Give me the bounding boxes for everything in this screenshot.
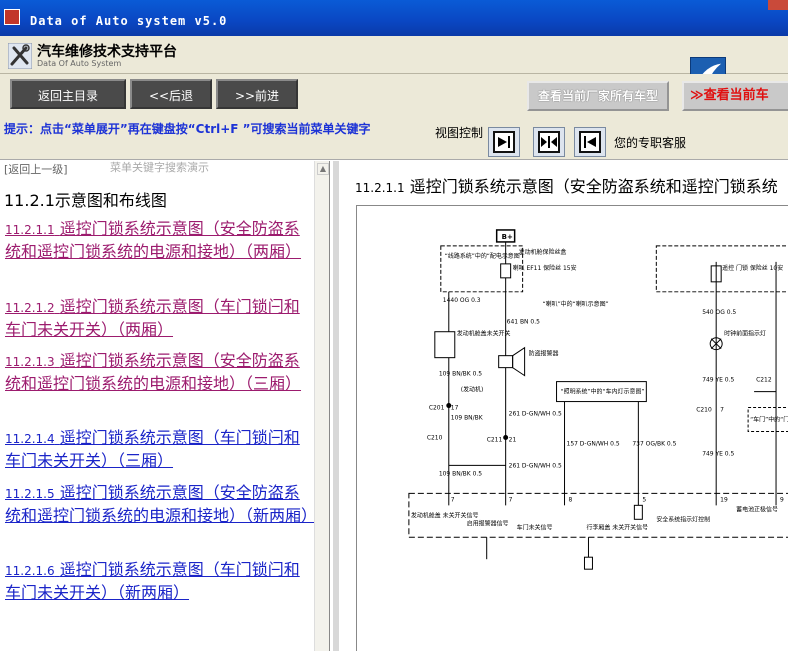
c201-label: C201	[429, 405, 445, 412]
vertical-scrollbar[interactable]: ▲	[314, 161, 329, 651]
door-ref-label: “车门”中的“门锁指示器示意图”	[750, 416, 788, 424]
pin-7c-label: 7	[720, 407, 724, 414]
figure-number: 11.2.1.1	[355, 181, 405, 195]
entry-number: 11.2.1.5	[5, 487, 55, 501]
fuse-label: 喇叭 EF11 保险丝 15安	[513, 264, 577, 272]
trunk-switch-label: 行李厢盖 未关开关信号	[586, 523, 648, 531]
app-title: 汽车维修技术支持平台	[37, 44, 177, 60]
tool-strip: 提示：点击“菜单展开”再在键盘按“Ctrl+F ”可搜索当前菜单关键字 视图控制…	[0, 120, 788, 160]
pin-9-label: 9	[780, 496, 784, 503]
pin-8-label: 8	[569, 496, 573, 503]
c210-right-label: C210	[696, 407, 712, 414]
wire-261a-label: 261 D-GN/WH 0.5	[509, 411, 562, 418]
back-up-link[interactable]: [返回上一级]	[4, 161, 68, 177]
wire-109a-label: 109 BN/BK 0.5	[439, 371, 482, 378]
alarm-label: 防盗报警器	[529, 350, 559, 358]
scroll-up-icon[interactable]: ▲	[317, 163, 329, 175]
pin-7-label: 7	[451, 496, 455, 503]
menu-entry[interactable]: 11.2.1.4 遥控门锁系统示意图（车门锁闩和车门未关开关）（三厢）	[5, 427, 315, 472]
section-title: 11.2.1示意图和布线图	[4, 191, 167, 210]
app-window-icon	[4, 9, 20, 25]
search-hint: 提示：点击“菜单展开”再在键盘按“Ctrl+F ”可搜索当前菜单关键字	[4, 122, 371, 136]
wire-540-label: 540 OG 0.5	[702, 309, 736, 316]
entry-number: 11.2.1.6	[5, 564, 55, 578]
view-split-button[interactable]	[533, 127, 565, 157]
pin-21-label: 21	[509, 436, 517, 443]
b-plus-label: B+	[502, 233, 513, 241]
ghost-demo-text: 菜单关键字搜索演示	[110, 161, 209, 174]
c212-label: C212	[756, 377, 772, 384]
menu-entry[interactable]: 11.2.1.3 遥控门锁系统示意图（安全防盗系统和遥控门锁系统的电源和接地）（…	[5, 350, 315, 395]
menu-pane: [返回上一级] 菜单关键字搜索演示 11.2.1示意图和布线图 11.2.1.1…	[0, 161, 330, 651]
figure-title-text: 遥控门锁系统示意图（安全防盗系统和遥控门锁系统	[409, 177, 778, 196]
menu-entry[interactable]: 11.2.1.1 遥控门锁系统示意图（安全防盗系统和遥控门锁系统的电源和接地）（…	[5, 218, 315, 263]
navigation-bar: 返回主目录 <<后退 >>前进 查看当前厂家所有车型 ≫查看当前车	[0, 74, 788, 120]
c211-label: C211	[487, 436, 503, 443]
module-hood-label: 发动机舱盖 未关开关信号	[411, 511, 479, 519]
all-models-button[interactable]: 查看当前厂家所有车型	[527, 81, 669, 111]
relay-drive-label: 启用报警器信号	[467, 519, 509, 527]
hatch-label: (发动机)	[461, 386, 484, 394]
security-led-label: 安全系统指示灯控制	[656, 515, 710, 523]
wrench-tools-icon	[8, 43, 32, 69]
door-open-label: 车门未关信号	[517, 523, 553, 531]
wire-109c-label: 109 BN/BK 0.5	[439, 470, 482, 477]
wire-261b-label: 261 D-GN/WH 0.5	[509, 462, 562, 469]
wire-109b-label: 109 BN/BK	[451, 415, 484, 422]
pin-17-label: 17	[451, 405, 459, 412]
window-titlebar: Data of Auto system v5.0	[0, 0, 788, 36]
content-pane: 11.2.1.1 遥控门锁系统示意图（安全防盗系统和遥控门锁系统 B+ 发动机舱…	[333, 161, 788, 651]
power-dist-ref: “线路系统”中的“配电示意图”	[445, 252, 523, 260]
figure-title: 11.2.1.1 遥控门锁系统示意图（安全防盗系统和遥控门锁系统	[355, 173, 778, 197]
back-button[interactable]: <<后退	[130, 79, 212, 109]
pin-5-label: 5	[642, 496, 646, 503]
menu-entry[interactable]: 11.2.1.2 遥控门锁系统示意图（车门锁闩和车门未关开关）（两厢）	[5, 296, 315, 341]
view-control-label: 视图控制	[435, 126, 484, 140]
home-button[interactable]: 返回主目录	[10, 79, 126, 109]
c210-label: C210	[427, 434, 443, 441]
entry-number: 11.2.1.3	[5, 355, 55, 369]
fuse-box-label: 发动机舱保险丝盒	[519, 248, 567, 256]
wire-749a-label: 749 YE 0.5	[702, 377, 734, 384]
battery-label: 蓄电池正极信号	[736, 505, 778, 513]
horn-ref-label: “喇叭”中的“喇叭示意图”	[543, 300, 609, 308]
pin-19-label: 19	[720, 496, 728, 503]
app-header: 汽车维修技术支持平台 Data Of Auto System	[0, 36, 788, 91]
hood-switch-label: 发动机舱盖未关开关	[457, 330, 511, 338]
view-expand-right-button[interactable]	[488, 127, 520, 157]
window-title: Data of Auto system v5.0	[30, 14, 228, 28]
wire-157-label: 157 D-GN/WH 0.5	[567, 440, 620, 447]
wire-737-label: 737 OG/BK 0.5	[632, 440, 676, 447]
forward-button[interactable]: >>前进	[216, 79, 298, 109]
menu-entry[interactable]: 11.2.1.5 遥控门锁系统示意图（安全防盗系统和遥控门锁系统的电源和接地）（…	[5, 482, 317, 527]
lamp-ref-label: 时钟前面指示灯	[724, 330, 766, 338]
view-expand-left-button[interactable]	[574, 127, 606, 157]
close-window-button[interactable]	[768, 0, 788, 10]
menu-entry[interactable]: 11.2.1.6 遥控门锁系统示意图（车门锁闩和车门未关开关）（新两厢）	[5, 559, 315, 604]
arrow-right-icon	[493, 131, 515, 153]
entry-number: 11.2.1.1	[5, 223, 55, 237]
entry-number: 11.2.1.4	[5, 432, 55, 446]
wiring-diagram: B+ 发动机舱保险丝盒 “线路系统”中的“配电示意图” 喇叭 EF11 保险丝 …	[356, 205, 788, 651]
app-subtitle: Data Of Auto System	[37, 59, 122, 68]
wire-1440-label: 1440 OG 0.3	[443, 297, 481, 304]
rke-fuse-label: 遥控 门锁 保险丝 10安	[722, 264, 783, 272]
wire-641-label: 641 BN 0.5	[507, 319, 540, 326]
wire-749b-label: 749 YE 0.5	[702, 450, 734, 457]
current-model-button[interactable]: ≫查看当前车	[682, 81, 788, 111]
arrow-left-icon	[579, 131, 601, 153]
split-arrows-icon	[538, 131, 560, 153]
support-contact[interactable]: 您的专职客服	[614, 134, 686, 151]
pin-7b-label: 7	[509, 496, 513, 503]
content-frame: 11.2.1.1 遥控门锁系统示意图（安全防盗系统和遥控门锁系统 B+ 发动机舱…	[333, 161, 788, 651]
entry-number: 11.2.1.2	[5, 301, 55, 315]
lighting-ref-label: “照明系统”中的“车内灯示意图”	[561, 388, 645, 396]
